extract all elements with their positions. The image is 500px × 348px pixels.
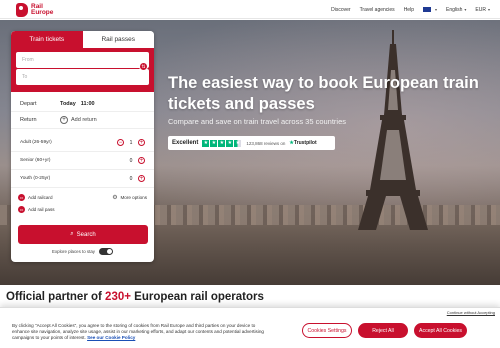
cookie-policy-link[interactable]: See our Cookie Policy	[87, 335, 135, 340]
tab-train-tickets[interactable]: Train tickets	[11, 31, 83, 48]
depart-day: Today	[60, 100, 76, 107]
logo-icon	[16, 2, 28, 17]
passenger-label: Senior (60+yr)	[20, 158, 51, 163]
youth-stepper: 0 +	[124, 175, 145, 182]
passenger-count: 0	[129, 175, 133, 182]
passenger-row-senior: Senior (60+yr) 0 +	[11, 152, 154, 170]
country-selector[interactable]: ▾	[422, 7, 437, 12]
swap-stations-icon[interactable]: ⇅	[139, 62, 148, 71]
explore-label: Explore places to stay	[52, 249, 95, 254]
add-return-button[interactable]: + Add return	[60, 116, 97, 124]
search-button[interactable]: ⌕ Search	[18, 225, 148, 244]
site-header: Rail Europe Discover Travel agencies Hel…	[0, 0, 500, 19]
half-star-icon: ★	[234, 139, 242, 147]
add-rail-pass-button[interactable]: ▭ Add rail pass	[11, 201, 154, 213]
extra-options: ▭ Add railcard ⚙ More options	[11, 188, 154, 201]
continue-without-accepting-link[interactable]: Continue without Accepting	[447, 310, 495, 315]
partner-heading: Official partner of 230+ European rail o…	[6, 291, 264, 303]
star-rating: ★ ★ ★ ★ ★	[202, 139, 242, 147]
logo-line2: Europe	[31, 8, 54, 16]
hero-subtitle: Compare and save on train travel across …	[168, 117, 347, 126]
booking-tabs: Train tickets Rail passes	[11, 31, 154, 48]
top-nav: Discover Travel agencies Help ▾ English ▾…	[322, 0, 490, 19]
flag-icon	[422, 7, 431, 12]
cookie-banner: Continue without Accepting By clicking "…	[0, 307, 500, 348]
increment-button[interactable]: +	[138, 139, 145, 146]
search-icon: ⌕	[70, 231, 74, 237]
increment-button[interactable]: +	[138, 175, 145, 182]
reject-all-button[interactable]: Reject All	[358, 323, 408, 338]
star-icon: ★	[218, 139, 226, 147]
trustpilot-rating-label: Excellent	[172, 140, 199, 146]
trustpilot-logo: ★Trustpilot	[289, 140, 317, 146]
operator-count: 230+	[105, 291, 131, 303]
depart-label: Depart	[20, 100, 37, 107]
passenger-count: 0	[129, 157, 133, 164]
review-count: 123,868 reviews on	[246, 140, 286, 146]
add-railcard-button[interactable]: ▭ Add railcard	[18, 194, 53, 201]
settings-icon: ⚙	[112, 195, 118, 201]
depart-row[interactable]: Depart Today 11:00	[11, 96, 154, 112]
passenger-label: Adult (26-59yr)	[20, 140, 52, 145]
plus-icon: +	[60, 116, 68, 124]
star-icon: ★	[226, 139, 234, 147]
eiffel-tower-image	[358, 30, 428, 230]
explore-stays-row: Explore places to stay	[11, 248, 154, 255]
passenger-count: 1	[129, 139, 133, 146]
language-selector[interactable]: English ▾	[446, 7, 466, 13]
tab-rail-passes[interactable]: Rail passes	[82, 31, 154, 48]
nav-travel-agencies[interactable]: Travel agencies	[360, 7, 395, 13]
increment-button[interactable]: +	[138, 157, 145, 164]
depart-time: 11:00	[80, 100, 95, 107]
railcard-icon: ▭	[18, 194, 25, 201]
return-row[interactable]: Return + Add return	[11, 112, 154, 129]
star-icon: ★	[202, 139, 210, 147]
nav-discover[interactable]: Discover	[331, 7, 350, 13]
to-input[interactable]: To	[16, 69, 149, 85]
chevron-down-icon: ▾	[487, 7, 490, 12]
passenger-label: Youth (0-25yr)	[20, 176, 51, 181]
rail-europe-logo[interactable]: Rail Europe	[16, 2, 53, 17]
from-input[interactable]: From	[16, 52, 149, 68]
senior-stepper: 0 +	[124, 157, 145, 164]
nav-help[interactable]: Help	[404, 7, 414, 13]
decrement-button[interactable]: −	[117, 139, 124, 146]
cookie-message: By clicking "Accept All Cookies", you ag…	[12, 323, 264, 340]
chevron-down-icon: ▾	[434, 7, 437, 12]
passenger-row-adult: Adult (26-59yr) − 1 +	[11, 134, 154, 152]
accept-all-cookies-button[interactable]: Accept All Cookies	[414, 323, 467, 338]
adult-stepper: − 1 +	[117, 139, 145, 146]
explore-stays-toggle[interactable]	[98, 248, 113, 255]
rail-pass-icon: ▭	[18, 206, 25, 213]
cookies-settings-button[interactable]: Cookies Settings	[302, 323, 352, 338]
trustpilot-widget[interactable]: Excellent ★ ★ ★ ★ ★ 123,868 reviews on ★…	[168, 136, 335, 150]
currency-selector[interactable]: EUR ▾	[475, 7, 490, 13]
passenger-row-youth: Youth (0-25yr) 0 +	[11, 170, 154, 188]
star-icon: ★	[210, 139, 218, 147]
hero-title: The easiest way to book European train t…	[168, 74, 479, 113]
return-label: Return	[20, 117, 37, 123]
cookie-actions: Cookies Settings Reject All Accept All C…	[302, 323, 467, 338]
route-fields: From To ⇅	[11, 48, 154, 92]
chevron-down-icon: ▾	[464, 7, 467, 12]
more-options-button[interactable]: ⚙ More options	[111, 194, 147, 201]
booking-panel: Train tickets Rail passes From To ⇅ Depa…	[11, 31, 154, 262]
